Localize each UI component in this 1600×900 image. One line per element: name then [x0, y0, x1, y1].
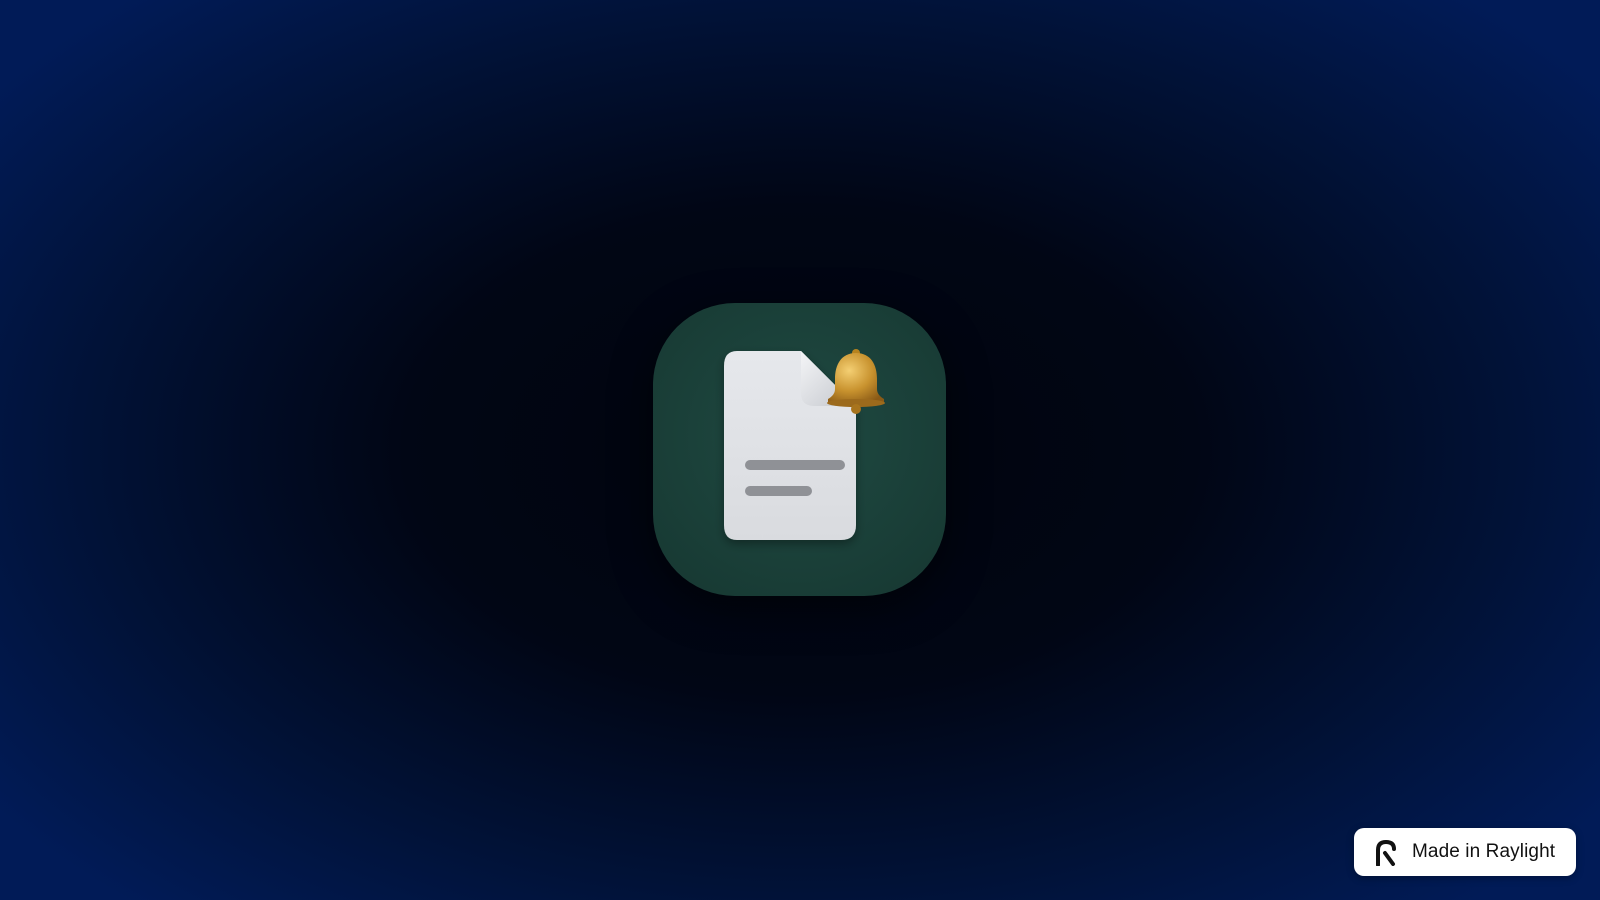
document-line-2 — [745, 486, 812, 496]
raylight-logo-icon — [1374, 838, 1398, 866]
bell-icon — [827, 349, 885, 414]
document-line-1 — [745, 460, 845, 470]
document-bell-icon — [724, 349, 885, 540]
badge-label: Made in Raylight — [1412, 841, 1556, 862]
made-in-raylight-badge[interactable]: Made in Raylight — [1354, 828, 1576, 876]
video-frame-background: Made in Raylight — [0, 0, 1600, 900]
app-icon — [653, 303, 946, 596]
